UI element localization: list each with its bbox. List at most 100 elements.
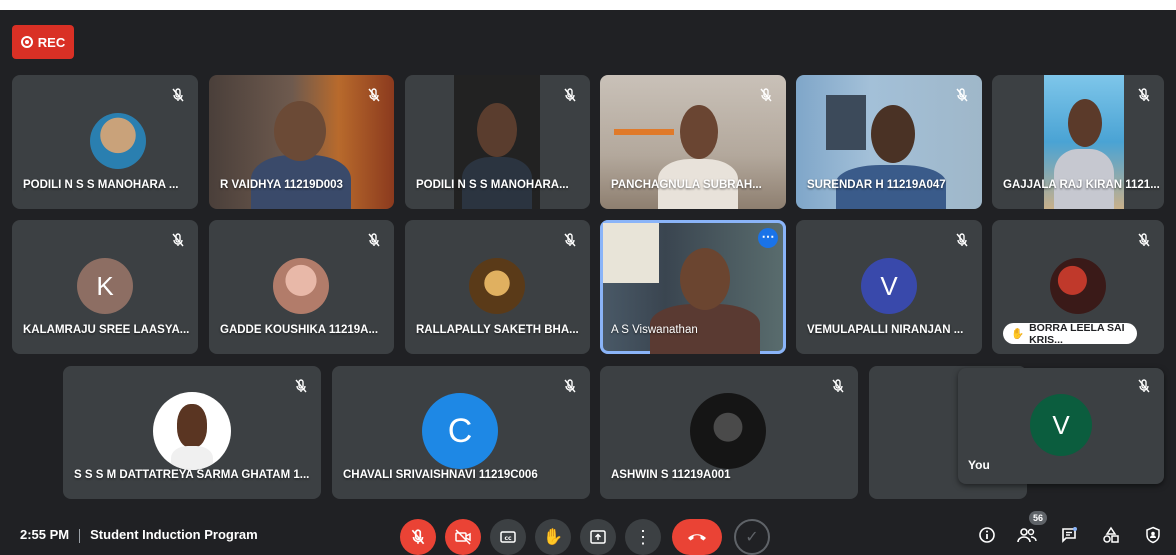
recording-indicator: REC [12,25,74,59]
more-options-icon: ⋮ [634,527,652,547]
participant-tile[interactable]: GADDE KOUSHIKA 11219A... [209,220,394,354]
captions-button[interactable]: cc [490,519,526,555]
participant-name: PODILI N S S MANOHARA... [416,179,569,191]
activities-icon [1103,526,1119,543]
mic-off-icon [368,233,380,247]
meeting-info-button[interactable] [976,524,998,546]
clock-time: 2:55 PM [20,527,70,542]
camera-off-icon [455,529,471,545]
participant-avatar-photo [273,258,329,314]
participant-tile[interactable]: ASHWIN S 11219A001 [600,366,858,499]
participant-avatar-photo [690,393,766,469]
participant-tile[interactable]: PODILI N S S MANOHARA... [405,75,590,209]
participant-name: CHAVALI SRIVAISHNAVI 11219C006 [343,469,538,481]
more-options-button[interactable]: ⋮ [625,519,661,555]
mic-off-icon [368,88,380,102]
participant-avatar-photo [469,258,525,314]
raise-hand-icon: ✋ [543,529,563,546]
meeting-details[interactable]: 2:55 PM Student Induction Program [20,527,258,543]
participant-avatar: K [77,258,133,314]
mic-off-icon [172,88,184,102]
background-poster [603,223,659,283]
participant-avatar-photo [90,113,146,169]
check-icon: ✓ [745,529,759,546]
participant-count-badge: 56 [1029,511,1047,525]
mic-off-icon [411,529,425,545]
bottom-control-bar: 2:55 PM Student Induction Program cc ✋ ⋮ … [0,514,1176,555]
participant-video-face [680,105,718,159]
participant-name: S S S M DATTATREYA SARMA GHATAM 1... [74,469,310,481]
participant-tile[interactable]: S S S M DATTATREYA SARMA GHATAM 1... [63,366,321,499]
window-background [826,95,866,150]
participant-avatar: C [422,393,498,469]
participant-tile[interactable]: GAJJALA RAJ KIRAN 1121... [992,75,1164,209]
people-icon [1017,528,1037,543]
participant-video-face [1068,99,1102,147]
shelf-item [614,129,674,135]
participant-avatar-photo [1050,258,1106,314]
meeting-title: Student Induction Program [90,527,258,542]
participant-name: PODILI N S S MANOHARA ... [23,179,179,191]
info-icon [979,527,995,543]
end-call-icon [688,534,706,541]
participant-name: VEMULAPALLI NIRANJAN ... [807,324,964,336]
browser-top-strip [0,0,1176,10]
participant-video-face [274,101,326,161]
self-avatar: V [1030,394,1092,456]
check-button[interactable]: ✓ [734,519,770,555]
raise-hand-button[interactable]: ✋ [535,519,571,555]
mic-off-icon [564,233,576,247]
participant-name: GADDE KOUSHIKA 11219A... [220,324,379,336]
chat-button[interactable] [1058,524,1080,546]
mic-off-icon [832,379,844,393]
participant-tile[interactable]: C CHAVALI SRIVAISHNAVI 11219C006 [332,366,590,499]
mic-off-icon [956,88,968,102]
participant-tile[interactable]: SURENDAR H 11219A047 [796,75,982,209]
mic-off-icon [760,88,772,102]
captions-icon: cc [500,531,516,543]
mic-off-icon [1138,233,1150,247]
host-controls-icon [1146,526,1160,544]
participant-tile[interactable]: V VEMULAPALLI NIRANJAN ... [796,220,982,354]
camera-toggle-button[interactable] [445,519,481,555]
participant-video-face [477,103,517,157]
mic-off-icon [172,233,184,247]
microphone-toggle-button[interactable] [400,519,436,555]
participant-name: A S Viswanathan [611,324,698,336]
participant-name: R VAIDHYA 11219D003 [220,179,343,191]
participant-name: PANCHAGNULA SUBRAH... [611,179,762,191]
mic-off-icon [1138,88,1150,102]
participant-tile[interactable]: RALLAPALLY SAKETH BHA... [405,220,590,354]
participant-name: ASHWIN S 11219A001 [611,469,731,481]
participant-tile[interactable]: R VAIDHYA 11219D003 [209,75,394,209]
self-view-tile[interactable]: V You [958,368,1164,484]
participant-name: KALAMRAJU SREE LAASYA... [23,324,190,336]
participant-name: SURENDAR H 11219A047 [807,179,946,191]
present-now-button[interactable] [580,519,616,555]
chat-icon [1062,527,1077,543]
present-icon [590,530,606,544]
participant-name: RALLAPALLY SAKETH BHA... [416,324,579,336]
recording-dot-icon [20,36,33,48]
raise-hand-icon: ✋ [1011,328,1025,340]
hand-raised-name-pill[interactable]: ✋ BORRA LEELA SAI KRIS... [1003,322,1137,346]
svg-text:cc: cc [504,535,512,542]
activities-button[interactable] [1100,524,1122,546]
participant-video-face [680,248,730,310]
divider [79,528,81,543]
host-controls-button[interactable] [1142,524,1164,546]
mic-off-icon [1138,379,1150,393]
participant-tile[interactable]: K KALAMRAJU SREE LAASYA... [12,220,198,354]
mic-off-icon [956,233,968,247]
mic-off-icon [564,379,576,393]
participant-tile[interactable]: PANCHAGNULA SUBRAH... [600,75,786,209]
mic-off-icon [564,88,576,102]
participant-video-face [871,105,915,163]
more-options-icon[interactable]: ⋯ [758,228,778,248]
people-button[interactable] [1016,524,1038,546]
leave-call-button[interactable] [672,519,722,555]
participant-tile[interactable]: PODILI N S S MANOHARA ... [12,75,198,209]
participant-tile-active[interactable]: ⋯ A S Viswanathan [600,220,786,354]
participant-avatar-photo [153,392,231,470]
self-view-label: You [968,458,990,472]
